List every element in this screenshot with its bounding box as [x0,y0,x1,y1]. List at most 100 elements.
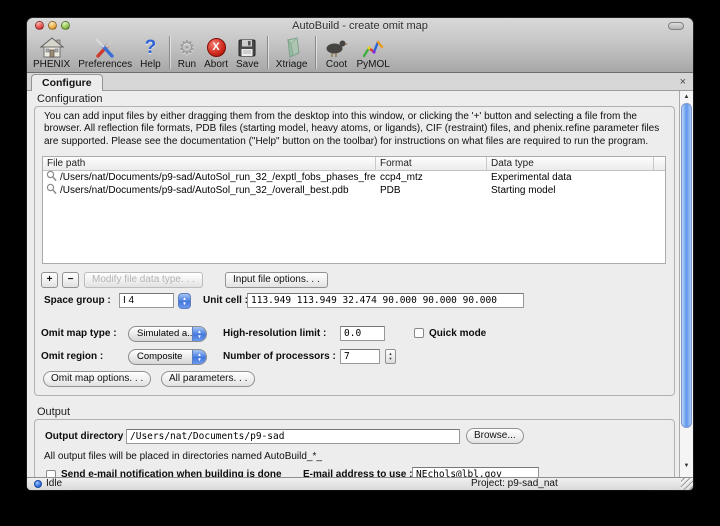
minimize-window-button[interactable] [48,21,57,30]
output-groupbox: Output directory : /Users/nat/Documents/… [34,419,675,477]
omit-region-label: Omit region : [41,351,103,362]
add-file-button[interactable]: + [41,272,58,288]
omit-region-value: Composite [137,351,182,362]
high-resolution-limit-field[interactable]: 0.0 [340,326,385,341]
format-cell: ccp4_mtz [376,172,487,183]
output-note-text: All output files will be placed in direc… [44,451,322,462]
stepper-down-icon[interactable]: ▼ [179,301,190,306]
toolbar-button-pymol[interactable]: PyMOL [352,36,393,70]
omit-map-type-label: Omit map type : [41,328,117,339]
input-file-options-button[interactable]: Input file options. . . [225,272,328,288]
column-header-format[interactable]: Format [376,157,487,170]
file-path-cell: /Users/nat/Documents/p9-sad/AutoSol_run_… [60,185,349,196]
dropdown-stepper-icon[interactable]: ▲▼ [192,349,207,365]
toolbar-label-abort: Abort [204,59,228,70]
column-header-data-type[interactable]: Data type [487,157,654,170]
window-chrome: AutoBuild - create omit map PHENIX [27,18,693,73]
remove-file-button[interactable]: − [62,272,79,288]
run-gear-icon: ⚙ [178,36,195,59]
quick-mode-checkbox[interactable] [414,328,424,338]
email-notification-checkbox[interactable] [46,470,56,477]
high-resolution-limit-label: High-resolution limit : [223,328,326,339]
toolbar-separator [169,36,170,69]
toolbar-label-coot: Coot [326,59,347,70]
toolbar: PHENIX Preferences ? Help ⚙ [27,33,693,71]
email-address-field[interactable]: NEchols@lbl.gov [412,467,539,477]
number-of-processors-field[interactable]: 7 [340,349,380,364]
toolbar-label-run: Run [178,59,196,70]
toolbar-button-save[interactable]: Save [232,36,263,70]
omit-map-options-button[interactable]: Omit map options. . . [43,371,151,387]
tab-configure[interactable]: Configure [31,74,103,91]
magnifier-icon [46,183,57,198]
omit-map-type-value: Simulated a... [137,328,195,339]
close-window-button[interactable] [35,21,44,30]
file-path-cell: /Users/nat/Documents/p9-sad/AutoSol_run_… [60,172,376,183]
tab-close-icon[interactable]: × [680,75,686,89]
space-group-label: Space group : [44,295,111,306]
email-address-label: E-mail address to use : [303,469,412,477]
dropdown-stepper-icon[interactable]: ▲▼ [192,326,207,342]
abort-icon: X [207,36,226,59]
tab-strip: Configure × [27,73,693,91]
status-indicator-icon [34,480,42,488]
email-notification-label: Send e-mail notification when building i… [61,469,282,477]
table-row[interactable]: /Users/nat/Documents/p9-sad/AutoSol_run_… [43,184,665,197]
toolbar-label-preferences: Preferences [78,59,132,70]
project-label: Project: p9-sad_nat [471,478,558,490]
browse-button[interactable]: Browse... [466,428,524,444]
toolbar-label-xtriage: Xtriage [276,59,308,70]
instructions-text: You can add input files by either draggi… [44,111,668,148]
toolbar-button-preferences[interactable]: Preferences [74,36,136,70]
column-header-spacer [654,157,665,170]
omit-map-type-dropdown[interactable]: Simulated a... ▲▼ [128,326,207,342]
data-type-cell: Experimental data [487,172,654,183]
vertical-scrollbar[interactable]: ▲ ▼ [679,91,693,477]
toolbar-separator [315,36,316,69]
pymol-icon [361,36,385,59]
toolbar-button-run[interactable]: ⚙ Run [174,36,200,70]
omit-region-dropdown[interactable]: Composite ▲▼ [128,349,207,365]
output-directory-field[interactable]: /Users/nat/Documents/p9-sad [126,429,460,444]
help-question-icon: ? [145,36,157,59]
file-table-header: File path Format Data type [43,157,665,171]
configuration-groupbox: You can add input files by either draggi… [34,106,675,396]
toolbar-button-phenix[interactable]: PHENIX [29,36,74,70]
autobuild-window: AutoBuild - create omit map PHENIX [27,18,693,490]
configure-panel: Configuration You can add input files by… [27,91,679,477]
scroll-up-icon[interactable]: ▲ [680,94,693,100]
preferences-tools-icon [93,36,117,59]
number-of-processors-label: Number of processors : [223,351,336,362]
toolbar-label-phenix: PHENIX [33,59,70,70]
scrollbar-thumb[interactable] [681,103,692,428]
toolbar-label-help: Help [140,59,161,70]
unit-cell-field[interactable]: 113.949 113.949 32.474 90.000 90.000 90.… [247,293,524,308]
input-files-table[interactable]: File path Format Data type /Users/nat/Do… [42,156,666,264]
toolbar-separator [267,36,268,69]
all-parameters-button[interactable]: All parameters. . . [161,371,255,387]
configuration-section-title: Configuration [37,93,102,105]
scroll-down-icon[interactable]: ▼ [680,463,693,469]
toolbar-button-coot[interactable]: Coot [320,36,352,70]
toolbar-button-help[interactable]: ? Help [136,36,165,70]
status-text: Idle [46,478,62,490]
format-cell: PDB [376,185,487,196]
zoom-window-button[interactable] [61,21,70,30]
titlebar[interactable]: AutoBuild - create omit map [27,18,693,33]
data-type-cell: Starting model [487,185,654,196]
window-title: AutoBuild - create omit map [27,18,693,34]
space-group-stepper[interactable]: ▲ ▼ [178,293,191,309]
toolbar-button-abort[interactable]: X Abort [200,36,232,70]
toolbar-toggle-pill[interactable] [668,22,684,30]
processors-stepper[interactable]: ▲ ▼ [385,349,396,364]
modify-file-data-type-button: Modify file data type. . . [84,272,203,288]
resize-grip[interactable] [681,478,693,490]
stepper-down-icon[interactable]: ▼ [386,357,395,362]
save-floppy-icon [237,36,257,59]
column-header-file-path[interactable]: File path [43,157,376,170]
xtriage-crystal-icon [281,36,303,59]
toolbar-button-xtriage[interactable]: Xtriage [272,36,312,70]
toolbar-label-save: Save [236,59,259,70]
space-group-field[interactable]: I 4 [119,293,174,308]
phenix-home-icon [40,36,64,59]
